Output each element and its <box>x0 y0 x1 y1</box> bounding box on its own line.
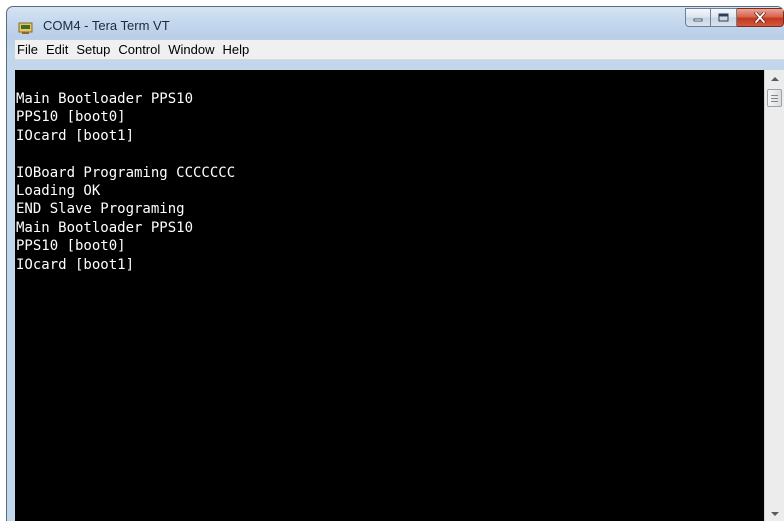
menu-help[interactable]: Help <box>219 40 254 59</box>
scroll-thumb[interactable] <box>767 89 782 107</box>
grip-line <box>771 100 778 102</box>
grip-line <box>771 97 778 99</box>
minimize-button[interactable] <box>685 8 711 27</box>
grip-line <box>771 94 778 96</box>
terminal-line: Loading OK <box>16 182 101 199</box>
menu-edit[interactable]: Edit <box>42 40 72 59</box>
close-icon <box>754 12 766 23</box>
arrow-up-icon <box>771 76 779 81</box>
terminal-line: Main Bootloader PPS10 <box>16 91 194 107</box>
tera-term-icon[interactable] <box>18 19 33 34</box>
window-title: COM4 - Tera Term VT <box>43 18 170 33</box>
menu-bar: File Edit Setup Control Window Help <box>15 40 784 60</box>
menu-setup[interactable]: Setup <box>72 40 114 59</box>
vertical-scrollbar[interactable] <box>764 70 784 521</box>
close-button[interactable] <box>737 8 784 27</box>
tera-term-window: COM4 - Tera Term VT File Edit Setup Cont… <box>6 6 784 521</box>
terminal-output[interactable]: Main Bootloader PPS10 PPS10 [boot0] IOca… <box>15 70 764 521</box>
title-bar[interactable]: COM4 - Tera Term VT <box>7 7 784 40</box>
terminal-line: END Slave Programing <box>16 201 185 218</box>
scroll-down-button[interactable] <box>765 505 784 521</box>
terminal-line: IOcard [boot1] <box>16 256 135 273</box>
menu-file[interactable]: File <box>15 40 42 59</box>
menu-control[interactable]: Control <box>114 40 164 59</box>
maximize-icon <box>718 13 729 22</box>
maximize-button[interactable] <box>711 8 737 27</box>
terminal-line: PPS10 [boot0] <box>16 238 126 255</box>
terminal-line: Main Bootloader PPS10 <box>16 219 194 236</box>
terminal-line: IOBoard Programing CCCCCCC <box>16 164 236 181</box>
terminal-line: IOcard [boot1] <box>16 127 135 144</box>
terminal-line: PPS10 [boot0] <box>16 109 126 126</box>
terminal-lines: Main Bootloader PPS10 PPS10 [boot0] IOca… <box>15 90 235 274</box>
menu-window[interactable]: Window <box>164 40 218 59</box>
minimize-icon <box>693 18 703 21</box>
scroll-up-button[interactable] <box>765 70 784 87</box>
arrow-down-icon <box>771 511 779 516</box>
caption-buttons <box>685 8 784 28</box>
